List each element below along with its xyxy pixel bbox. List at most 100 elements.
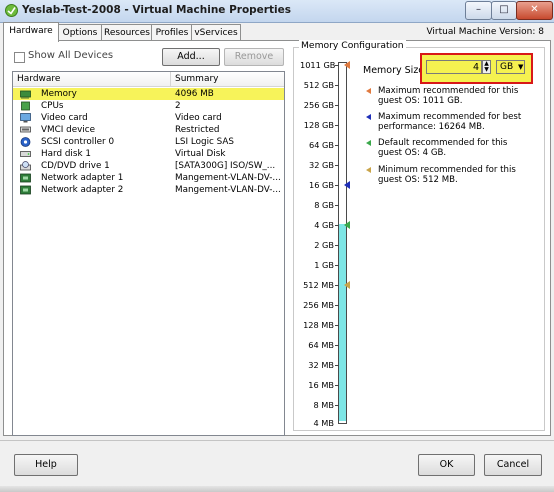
- min-recommended-marker-icon: [344, 281, 350, 289]
- scsi-icon: [20, 137, 31, 147]
- remove-button[interactable]: Remove: [224, 48, 284, 66]
- tab-options[interactable]: Options: [57, 24, 103, 41]
- window-title: Yeslab-Test-2008 - Virtual Machine Prope…: [22, 4, 291, 16]
- memory-configuration-title: Memory Configuration: [299, 40, 406, 51]
- row-summary: LSI Logic SAS: [175, 137, 235, 147]
- scale-label: 1011 GB: [300, 60, 336, 70]
- window-bottom-edge: [0, 486, 554, 492]
- row-summary: Mangement-VLAN-DV-...: [175, 173, 281, 183]
- chevron-down-icon: ▼: [518, 63, 524, 71]
- show-all-devices-label: Show All Devices: [28, 50, 114, 61]
- table-row-network-adapter-1[interactable]: Network adapter 1 Mangement-VLAN-DV-...: [13, 172, 284, 184]
- row-name: CD/DVD drive 1: [41, 161, 110, 171]
- memory-slider-fill: [339, 224, 346, 421]
- help-button[interactable]: Help: [14, 454, 78, 476]
- tab-vservices[interactable]: vServices: [191, 24, 241, 41]
- row-summary: [SATA300G] ISO/SW_...: [175, 161, 276, 171]
- close-icon: ✕: [530, 4, 539, 15]
- table-row-cd-dvd-drive[interactable]: CD/DVD drive 1 [SATA300G] ISO/SW_...: [13, 160, 284, 172]
- row-name: Network adapter 1: [41, 173, 124, 183]
- legend-default-icon: [366, 140, 371, 146]
- scale-tick: [335, 85, 339, 86]
- network-icon: [20, 173, 31, 183]
- scale-tick: [335, 165, 339, 166]
- row-name: VMCI device: [41, 125, 96, 135]
- table-row-video-card[interactable]: Video card Video card: [13, 112, 284, 124]
- table-row-cpus[interactable]: CPUs 2: [13, 100, 284, 112]
- scale-tick: [335, 185, 339, 186]
- monitor-icon: [20, 113, 31, 123]
- tab-resources[interactable]: Resources: [101, 24, 153, 41]
- row-name: Memory: [41, 89, 77, 99]
- column-header-hardware[interactable]: Hardware: [17, 74, 60, 84]
- scale-label: 512 GB: [303, 80, 334, 90]
- row-name: Hard disk 1: [41, 149, 91, 159]
- minimize-button[interactable]: –: [465, 1, 492, 20]
- table-row-vmci-device[interactable]: VMCI device Restricted: [13, 124, 284, 136]
- memory-size-input[interactable]: 4: [426, 60, 482, 74]
- legend-min-icon: [366, 167, 371, 173]
- scale-tick: [335, 125, 339, 126]
- scale-label: 256 MB: [303, 300, 334, 310]
- memory-size-label: Memory Size:: [363, 65, 428, 76]
- legend-default-recommended: Default recommended for this guest OS: 4…: [378, 138, 508, 158]
- scale-label: 32 MB: [308, 360, 334, 370]
- row-summary: Video card: [175, 113, 222, 123]
- cpu-icon: [21, 101, 30, 111]
- vm-version-label: Virtual Machine Version: 8: [426, 27, 544, 37]
- max-recommended-marker-icon: [344, 61, 350, 69]
- scale-tick: [335, 205, 339, 206]
- hardware-table: Hardware Summary Memory 4096 MB CPUs 2 V…: [12, 71, 285, 436]
- scale-label: 8 MB: [313, 400, 335, 410]
- minimize-icon: –: [476, 4, 481, 15]
- scale-label: 1 GB: [314, 260, 334, 270]
- table-row-memory[interactable]: Memory 4096 MB: [13, 88, 284, 100]
- table-row-scsi-controller[interactable]: SCSI controller 0 LSI Logic SAS: [13, 136, 284, 148]
- scale-label: 8 GB: [314, 200, 334, 210]
- harddisk-icon: [20, 151, 31, 157]
- scale-label: 64 GB: [309, 140, 334, 150]
- maximize-button[interactable]: □: [491, 1, 517, 20]
- row-summary: 2: [175, 101, 181, 111]
- scale-tick: [335, 145, 339, 146]
- vmci-icon: [20, 126, 31, 133]
- scale-label: 128 GB: [303, 120, 334, 130]
- legend-best-performance-icon: [366, 114, 371, 120]
- row-name: Video card: [41, 113, 88, 123]
- cancel-button[interactable]: Cancel: [484, 454, 542, 476]
- row-summary: Virtual Disk: [175, 149, 226, 159]
- scale-label: 16 MB: [308, 380, 334, 390]
- column-header-summary[interactable]: Summary: [175, 74, 219, 84]
- memory-icon: [20, 90, 31, 99]
- ok-button[interactable]: OK: [418, 454, 475, 476]
- scale-tick: [335, 285, 339, 286]
- memory-size-spinner[interactable]: ▲ ▼: [482, 60, 491, 74]
- scale-label: 4 GB: [314, 220, 334, 230]
- scale-tick: [335, 305, 339, 306]
- row-name: SCSI controller 0: [41, 137, 115, 147]
- add-button[interactable]: Add...: [162, 48, 220, 66]
- row-summary: 4096 MB: [175, 89, 214, 99]
- row-summary: Mangement-VLAN-DV-...: [175, 185, 281, 195]
- network-icon: [20, 185, 31, 195]
- column-divider[interactable]: [170, 72, 171, 86]
- row-name: Network adapter 2: [41, 185, 124, 195]
- scale-tick: [335, 385, 339, 386]
- scale-label: 32 GB: [309, 160, 334, 170]
- legend-best-performance: Maximum recommended for best performance…: [378, 112, 522, 132]
- tab-hardware[interactable]: Hardware: [3, 22, 59, 42]
- memory-unit-select[interactable]: GB ▼: [496, 60, 525, 74]
- table-row-network-adapter-2[interactable]: Network adapter 2 Mangement-VLAN-DV-...: [13, 184, 284, 196]
- scale-tick: [335, 245, 339, 246]
- spin-down-icon[interactable]: ▼: [483, 67, 490, 73]
- table-row-hard-disk[interactable]: Hard disk 1 Virtual Disk: [13, 148, 284, 160]
- scale-tick: [335, 65, 339, 66]
- row-summary: Restricted: [175, 125, 220, 135]
- scale-label: 512 MB: [303, 280, 334, 290]
- scale-tick: [335, 365, 339, 366]
- show-all-devices-checkbox[interactable]: [14, 52, 25, 63]
- close-button[interactable]: ✕: [516, 1, 553, 20]
- scale-label: 128 MB: [303, 320, 334, 330]
- scale-label: 16 GB: [309, 180, 334, 190]
- tab-profiles[interactable]: Profiles: [151, 24, 193, 41]
